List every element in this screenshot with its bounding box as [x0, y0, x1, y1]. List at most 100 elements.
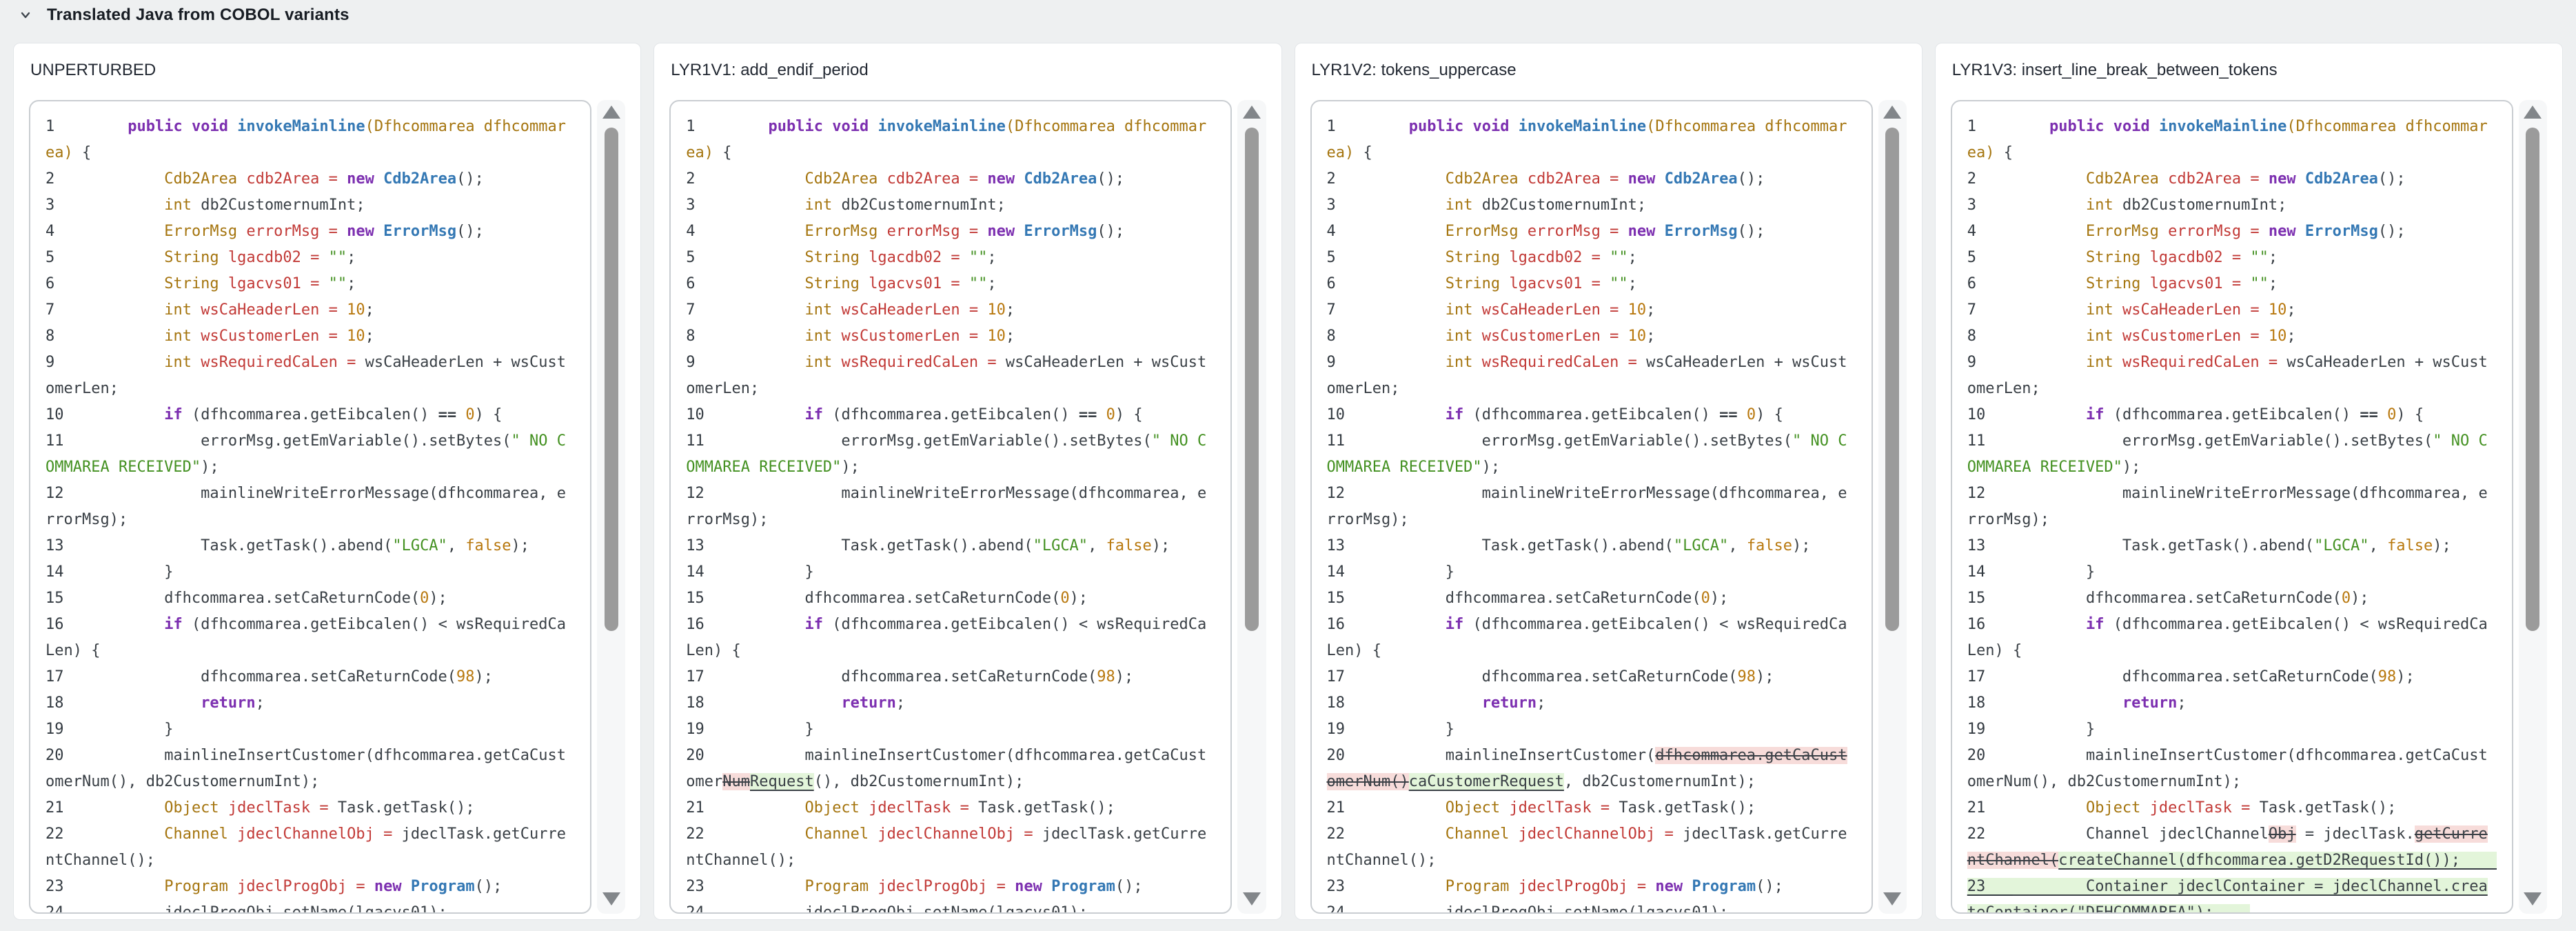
- code-text: }: [91, 563, 173, 581]
- scroll-up-arrow-icon[interactable]: [2524, 106, 2542, 119]
- code-area: 1 public void invokeMainline(Dfhcommarea…: [669, 100, 1266, 914]
- code-text: );: [1152, 537, 1170, 554]
- code-text: [1655, 223, 1664, 240]
- number-token: false: [465, 537, 511, 554]
- code-text: [2013, 616, 2086, 633]
- keyword-token: return: [2122, 694, 2177, 712]
- variable-token: wsRequiredCaLen: [201, 354, 338, 371]
- scroll-up-arrow-icon[interactable]: [602, 106, 620, 119]
- function-token: ErrorMsg: [1024, 223, 1097, 240]
- code-text: [91, 878, 164, 895]
- scrollbar[interactable]: [597, 100, 625, 914]
- code-text: [878, 223, 886, 240]
- code-line: 12 mainlineWriteErrorMessage(dfhcommarea…: [1967, 481, 2497, 533]
- code-area: 1 public void invokeMainline(Dfhcommarea…: [1951, 100, 2547, 914]
- code-text: (), db2CustomernumInt);: [814, 773, 1024, 790]
- code-text: [301, 249, 310, 266]
- scroll-up-arrow-icon[interactable]: [1243, 106, 1261, 119]
- code-text: [2013, 223, 2086, 240]
- code-text: [2013, 799, 2086, 817]
- scroll-up-arrow-icon[interactable]: [1883, 106, 1901, 119]
- number-token: 10: [987, 301, 1006, 319]
- scrollbar-thumb[interactable]: [605, 128, 618, 631]
- code-text: ;: [365, 301, 374, 319]
- line-number: 19: [686, 721, 731, 738]
- chevron-down-icon[interactable]: [17, 6, 34, 24]
- number-token: 0: [1747, 406, 1756, 423]
- code-line: 9 int wsRequiredCaLen = wsCaHeaderLen + …: [686, 350, 1215, 402]
- code-text: [1372, 799, 1446, 817]
- code-text: [2241, 249, 2250, 266]
- code-line: 13 Task.getTask().abend("LGCA", false);: [686, 533, 1215, 559]
- scrollbar[interactable]: [2519, 100, 2547, 914]
- type-token: int: [164, 301, 192, 319]
- code-text: [2232, 799, 2241, 817]
- code-text: [319, 223, 328, 240]
- line-number: 16: [1327, 616, 1372, 633]
- scrollbar-thumb[interactable]: [1245, 128, 1259, 631]
- code-text: [2260, 301, 2269, 319]
- code-text: [2150, 118, 2159, 135]
- function-token: ErrorMsg: [2305, 223, 2378, 240]
- variable-token: =: [969, 223, 978, 240]
- code-text: {: [713, 144, 732, 161]
- code-text: }: [2013, 721, 2095, 738]
- variable-token: wsCustomerLen: [841, 328, 960, 345]
- scrollbar[interactable]: [1237, 100, 1266, 914]
- code-viewer[interactable]: 1 public void invokeMainline(Dfhcommarea…: [29, 100, 591, 914]
- keyword-token: if: [164, 406, 183, 423]
- variable-token: lgacdb02: [869, 249, 942, 266]
- code-text: [987, 878, 996, 895]
- code-text: [374, 223, 383, 240]
- code-text: [91, 799, 164, 817]
- line-number: 15: [1327, 590, 1372, 607]
- code-line: 5 String lgacdb02 = "";: [1967, 245, 2497, 271]
- code-text: }: [2013, 563, 2095, 581]
- variable-token: wsCaHeaderLen: [201, 301, 319, 319]
- code-text: dfhcommarea.setCaReturnCode(: [1372, 668, 1738, 685]
- code-text: [1619, 354, 1627, 371]
- variable-token: =: [329, 170, 338, 188]
- code-text: );: [841, 459, 860, 476]
- number-token: false: [1747, 537, 1792, 554]
- code-line: 11 errorMsg.getEmVariable().setBytes(" N…: [45, 428, 575, 481]
- code-viewer[interactable]: 1 public void invokeMainline(Dfhcommarea…: [669, 100, 1232, 914]
- scrollbar[interactable]: [1878, 100, 1907, 914]
- type-token: Program: [164, 878, 228, 895]
- line-number: 23: [1967, 878, 2013, 895]
- code-text: [1463, 118, 1472, 135]
- scroll-down-arrow-icon[interactable]: [1883, 892, 1901, 905]
- code-text: ;: [2269, 249, 2278, 266]
- code-viewer[interactable]: 1 public void invokeMainline(Dfhcommarea…: [1951, 100, 2513, 914]
- code-text: errorMsg.getEmVariable().setBytes(: [2013, 432, 2433, 450]
- code-text: [1655, 825, 1664, 843]
- code-text: [731, 616, 804, 633]
- code-text: [2241, 275, 2250, 292]
- scroll-down-arrow-icon[interactable]: [602, 892, 620, 905]
- number-token: 0: [2387, 406, 2396, 423]
- code-line: 11 errorMsg.getEmVariable().setBytes(" N…: [1327, 428, 1856, 481]
- code-text: [960, 328, 969, 345]
- code-text: (dfhcommarea.getEibcalen(): [823, 406, 1079, 423]
- code-text: [1509, 118, 1518, 135]
- code-text: [338, 301, 347, 319]
- code-text: ;: [2177, 694, 2186, 712]
- variable-token: jdeclChannelObj: [1519, 825, 1656, 843]
- code-text: [960, 170, 969, 188]
- type-token: Channel: [1446, 825, 1510, 843]
- code-text: [1500, 249, 1509, 266]
- string-token: "": [969, 275, 988, 292]
- scroll-down-arrow-icon[interactable]: [2524, 892, 2542, 905]
- diff-insertion: createChannel(dfhcommarea.getD2RequestId…: [2058, 852, 2497, 869]
- scroll-down-arrow-icon[interactable]: [1243, 892, 1261, 905]
- scrollbar-thumb[interactable]: [2526, 128, 2539, 631]
- type-token: int: [2086, 354, 2113, 371]
- scrollbar-thumb[interactable]: [1885, 128, 1899, 631]
- variable-token: =: [2232, 275, 2241, 292]
- line-number: 14: [1967, 563, 2013, 581]
- code-viewer[interactable]: 1 public void invokeMainline(Dfhcommarea…: [1310, 100, 1873, 914]
- code-text: [91, 354, 164, 371]
- variable-token: errorMsg: [246, 223, 319, 240]
- code-text: mainlineWriteErrorMessage(dfhcommarea, e…: [686, 485, 1206, 528]
- code-line: 9 int wsRequiredCaLen = wsCaHeaderLen + …: [1967, 350, 2497, 402]
